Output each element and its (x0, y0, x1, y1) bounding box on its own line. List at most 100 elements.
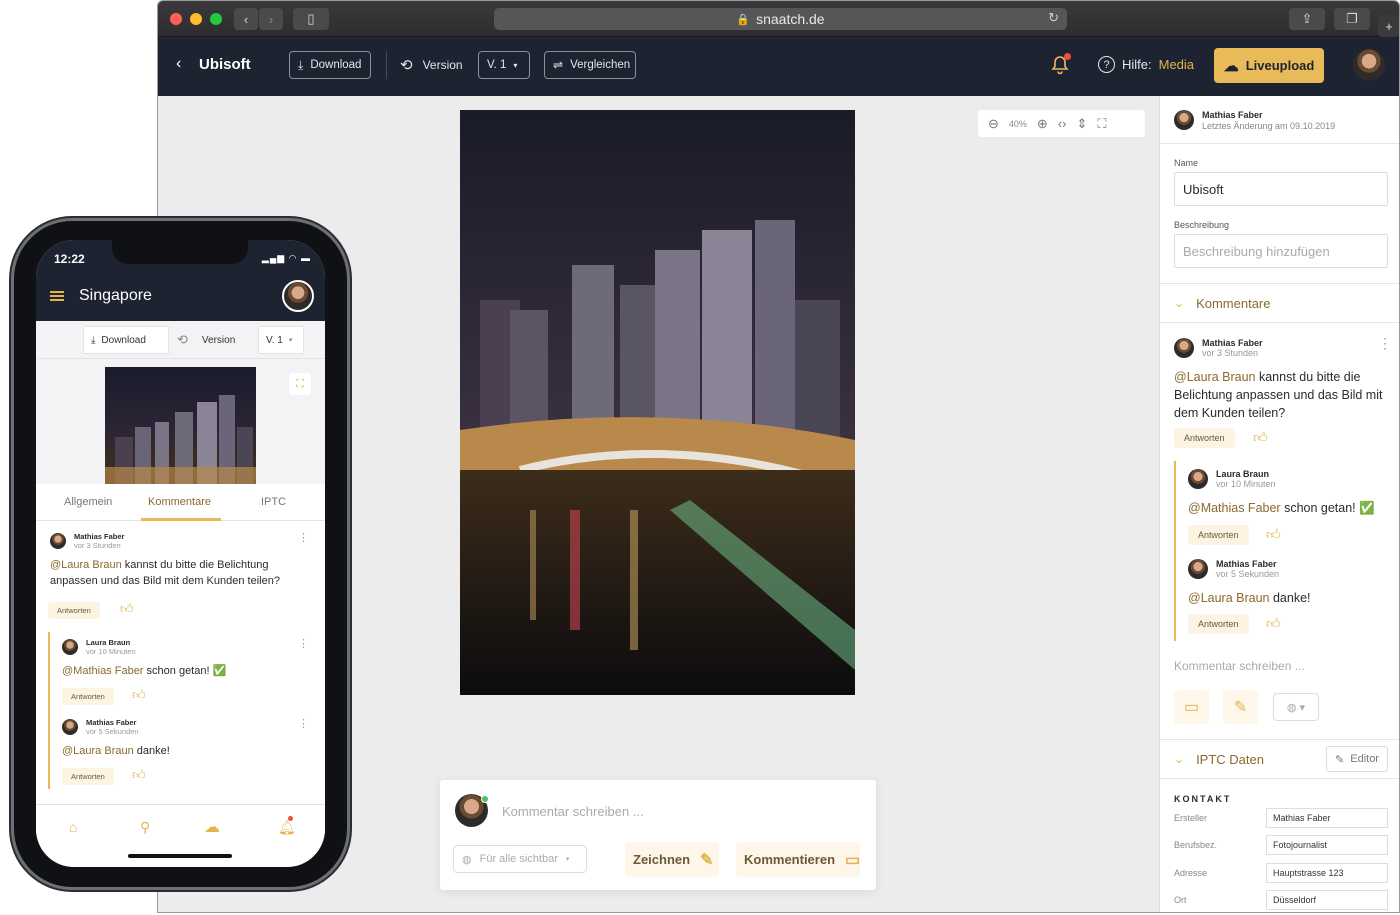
name-field[interactable]: Ubisoft (1174, 172, 1388, 206)
new-tab-button[interactable]: + (1378, 15, 1399, 37)
iptc-value-field[interactable]: Mathias Faber (1266, 808, 1388, 828)
comment-time: vor 10 Minuten (86, 647, 136, 656)
mention-link[interactable]: @Mathias Faber (62, 665, 143, 677)
comments-section-toggle[interactable]: ⌄ Kommentare (1160, 283, 1399, 323)
draw-mode-button[interactable]: ✎ (1223, 690, 1258, 724)
help-link[interactable]: ? Hilfe: Media (1098, 56, 1194, 73)
more-options-icon[interactable]: ⋮ (298, 719, 309, 730)
more-options-icon[interactable]: ⋮ (298, 533, 309, 544)
phone-photo[interactable] (105, 367, 256, 484)
compare-button[interactable]: ⇌ Vergleichen (544, 51, 636, 79)
editor-button[interactable]: ✎ Editor (1326, 746, 1388, 772)
help-media-link[interactable]: Media (1159, 57, 1194, 72)
close-window-button[interactable] (170, 13, 182, 25)
forward-nav-button[interactable]: › (259, 8, 283, 30)
liveupload-button[interactable]: ☁ Liveupload (1214, 48, 1324, 83)
tabs-overview-button[interactable]: ❐ (1334, 8, 1370, 30)
divider (386, 51, 387, 79)
reply-label: Antworten (71, 692, 105, 701)
home-icon[interactable]: ⌂ (69, 819, 77, 835)
like-icon[interactable]: 👍︎ (1253, 429, 1268, 446)
fit-width-icon[interactable]: ‹› (1058, 116, 1067, 131)
reply-button[interactable]: Antworten (48, 602, 100, 619)
hamburger-menu-icon[interactable] (50, 291, 64, 301)
iptc-row: Ersteller Mathias Faber (1174, 808, 1388, 828)
submit-comment-button[interactable]: Kommentieren ▭ (736, 842, 860, 877)
more-options-icon[interactable]: ⋮ (298, 639, 309, 650)
search-icon[interactable]: ⚲ (140, 819, 150, 836)
comment-input[interactable]: Kommentar schreiben ... (502, 804, 644, 819)
iptc-key: Adresse (1174, 868, 1208, 878)
active-tab-indicator (141, 518, 221, 521)
avatar (62, 719, 78, 735)
iptc-value-field[interactable]: Fotojournalist (1266, 835, 1388, 855)
mention-link[interactable]: @Laura Braun (1174, 370, 1256, 384)
address-bar[interactable]: 🔒 snaatch.de ↻ (494, 8, 1067, 30)
user-avatar[interactable] (1353, 49, 1385, 81)
reload-icon[interactable]: ↻ (1048, 10, 1059, 26)
reply-button[interactable]: Antworten (62, 688, 114, 705)
iptc-key: Ersteller (1174, 813, 1208, 823)
cloud-upload-icon[interactable]: ☁ (204, 817, 220, 837)
mention-link[interactable]: @Laura Braun (1188, 591, 1270, 605)
notifications-button[interactable] (1051, 53, 1071, 75)
like-icon[interactable]: 👍︎ (120, 601, 134, 617)
zoom-in-icon[interactable]: ⊕ (1037, 116, 1048, 132)
tab-allgemein[interactable]: Allgemein (64, 496, 112, 508)
sidebar-toggle-button[interactable]: ▯ (293, 8, 329, 30)
version-select[interactable]: V. 1 ▾ (478, 51, 530, 79)
phone-fullscreen-button[interactable]: ⛶ (289, 373, 311, 395)
iptc-value-field[interactable]: Düsseldorf (1266, 890, 1388, 910)
like-icon[interactable]: 👍︎ (132, 767, 146, 783)
fullscreen-icon[interactable]: ⛶ (1097, 116, 1106, 132)
more-options-icon[interactable]: ⋮ (1378, 336, 1392, 350)
minimize-window-button[interactable] (190, 13, 202, 25)
caret-down-icon: ▾ (288, 337, 293, 344)
comment-author: Laura Braun (1216, 469, 1270, 479)
bell-icon[interactable]: 🔔︎ (278, 819, 296, 836)
back-nav-button[interactable]: ‹ (234, 8, 258, 30)
phone-version-group: ⟲ Version (170, 326, 258, 354)
maximize-window-button[interactable] (210, 13, 222, 25)
notification-dot (288, 816, 293, 821)
share-button[interactable]: ⇪ (1289, 8, 1325, 30)
download-button[interactable]: ⤓ Download (289, 51, 371, 79)
like-icon[interactable]: 👍︎ (132, 687, 146, 703)
mention-link[interactable]: @Laura Braun (50, 559, 122, 571)
tab-kommentare[interactable]: Kommentare (148, 496, 211, 508)
comment-text: @Laura Braun danke! (62, 743, 292, 759)
liveupload-label: Liveupload (1245, 58, 1315, 73)
tab-iptc[interactable]: IPTC (261, 496, 286, 508)
comment-text: @Laura Braun danke! (1188, 589, 1388, 607)
mention-link[interactable]: @Mathias Faber (1188, 501, 1281, 515)
reply-label: Antworten (1198, 619, 1239, 629)
like-icon[interactable]: 👍︎ (1266, 526, 1281, 543)
phone-download-button[interactable]: ⤓ Download (83, 326, 169, 354)
name-value: Ubisoft (1183, 181, 1224, 197)
comment-box: Kommentar schreiben ... ◍ Für alle sicht… (440, 780, 876, 890)
phone-user-avatar[interactable] (282, 280, 314, 312)
iptc-row: Berufsbez. Fotojournalist (1174, 835, 1388, 855)
reply-button[interactable]: Antworten (62, 768, 114, 785)
main-photo[interactable] (460, 110, 855, 695)
comment-mode-button[interactable]: ▭ (1174, 690, 1209, 724)
comment-author: Mathias Faber (86, 718, 137, 727)
visibility-select[interactable]: ◍ Für alle sichtbar ▾ (453, 845, 587, 873)
draw-button[interactable]: Zeichnen ✎ (625, 842, 719, 877)
iptc-value-field[interactable]: Hauptstrasse 123 (1266, 863, 1388, 883)
comment-text: @Laura Braun kannst du bitte die Belicht… (50, 557, 300, 589)
lock-icon: 🔒 (736, 13, 751, 26)
zoom-out-icon[interactable]: ⊖ (988, 116, 999, 132)
reply-button[interactable]: Antworten (1188, 525, 1249, 545)
mention-link[interactable]: @Laura Braun (62, 745, 134, 757)
description-field[interactable]: Beschreibung hinzufügen (1174, 234, 1388, 268)
reply-button[interactable]: Antworten (1174, 428, 1235, 448)
write-comment-input[interactable]: Kommentar schreiben ... (1174, 659, 1305, 673)
fit-height-icon[interactable]: ⇕ (1077, 116, 1088, 132)
reply-label: Antworten (1184, 433, 1225, 443)
back-arrow-icon[interactable]: ‹ (176, 55, 181, 73)
like-icon[interactable]: 👍︎ (1266, 615, 1281, 632)
visibility-select[interactable]: ◍ ▾ (1273, 693, 1319, 721)
phone-version-select[interactable]: V. 1 ▾ (258, 326, 304, 354)
reply-button[interactable]: Antworten (1188, 614, 1249, 634)
